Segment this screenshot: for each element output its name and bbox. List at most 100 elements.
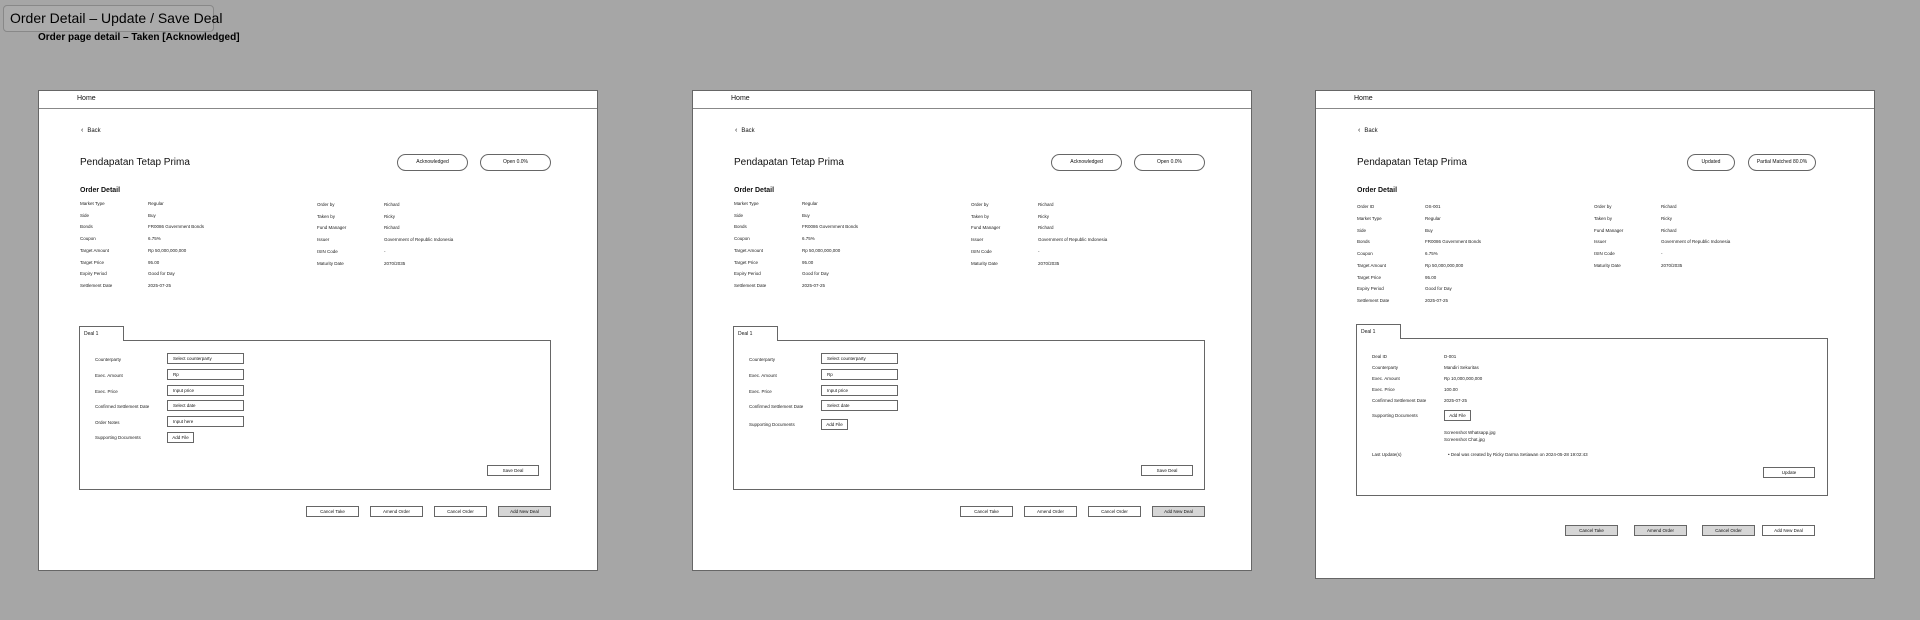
add-file-button[interactable]: Add File: [821, 419, 848, 430]
detail-value: 6.75%: [148, 236, 161, 241]
detail-label: Bonds: [1357, 239, 1370, 244]
add-file-button[interactable]: Add File: [1444, 410, 1471, 421]
field-label: Supporting Documents: [95, 435, 141, 440]
field-label: Exec. Price: [95, 389, 118, 394]
field-label: Exec. Amount: [749, 373, 777, 378]
detail-label: Bonds: [734, 224, 747, 229]
top-nav-bar: Home: [1316, 91, 1874, 109]
detail-value: -: [1038, 249, 1040, 254]
field-label: Exec. Amount: [95, 373, 123, 378]
detail-value: 95.00: [1425, 275, 1437, 280]
detail-label: Target Price: [734, 260, 759, 265]
cancel-order-button[interactable]: Cancel Order: [1702, 525, 1755, 536]
add-file-button[interactable]: Add File: [167, 432, 194, 443]
amend-order-button[interactable]: Amend Order: [1024, 506, 1077, 517]
tab-deal-1[interactable]: Deal 1: [733, 326, 778, 341]
cancel-take-button[interactable]: Cancel Take: [1565, 525, 1618, 536]
cancel-order-button[interactable]: Cancel Order: [1088, 506, 1141, 517]
back-link[interactable]: ‹ Back: [1358, 127, 1378, 134]
settlement-date-picker[interactable]: Select date: [821, 400, 898, 411]
status-badge: Acknowledged: [397, 154, 468, 171]
order-notes-input[interactable]: Input here: [167, 416, 244, 427]
detail-label: Market Type: [80, 201, 105, 206]
detail-label: Taken by: [971, 214, 990, 219]
open-percentage-badge: Open 0.0%: [480, 154, 551, 171]
detail-value: -: [384, 249, 386, 254]
order-detail-title: Order Detail: [734, 187, 775, 194]
settlement-date-value: 2025-07-25: [1444, 398, 1468, 403]
field-label: Counterparty: [1372, 365, 1399, 370]
attached-file[interactable]: Screenshot Whatsapp.jpg: [1444, 430, 1496, 435]
back-label: Back: [741, 128, 755, 134]
counterparty-select[interactable]: Select counterparty: [167, 353, 244, 364]
detail-value: Regular: [1425, 216, 1441, 221]
field-label: Exec. Price: [1372, 387, 1395, 392]
page-title: Order Detail – Update / Save Deal: [3, 5, 222, 32]
exec-price-input[interactable]: Input price: [821, 385, 898, 396]
detail-value: FR0086 Government Bonds: [802, 224, 859, 229]
chevron-left-icon: ‹: [735, 127, 738, 134]
tab-deal-1[interactable]: Deal 1: [1356, 324, 1401, 339]
detail-value: 2025-07-25: [802, 283, 826, 288]
detail-label: Side: [734, 213, 744, 218]
counterparty-value: Mandiri Sekuritas: [1444, 365, 1479, 370]
update-button[interactable]: Update: [1763, 467, 1815, 478]
detail-value: Richard: [384, 225, 400, 230]
exec-price-input[interactable]: Input price: [167, 385, 244, 396]
status-badge: Acknowledged: [1051, 154, 1122, 171]
detail-label: Market Type: [734, 201, 759, 206]
amend-order-button[interactable]: Amend Order: [370, 506, 423, 517]
detail-value: Regular: [148, 201, 164, 206]
cancel-order-button[interactable]: Cancel Order: [434, 506, 487, 517]
field-label: Confirmed Settlement Date: [1372, 398, 1427, 403]
add-new-deal-button[interactable]: Add New Deal: [1152, 506, 1205, 517]
settlement-date-picker[interactable]: Select date: [167, 400, 244, 411]
detail-value: Richard: [1038, 225, 1054, 230]
tab-deal-1[interactable]: Deal 1: [79, 326, 124, 341]
field-label: Exec. Amount: [1372, 376, 1400, 381]
nav-home-link[interactable]: Home: [77, 95, 96, 102]
back-link[interactable]: ‹ Back: [735, 127, 755, 134]
detail-value: Good for Day: [148, 271, 175, 276]
detail-value: 95.00: [148, 260, 160, 265]
detail-label: Maturity Date: [1594, 263, 1621, 268]
save-deal-button[interactable]: Save Deal: [487, 465, 539, 476]
exec-amount-input[interactable]: Rp: [821, 369, 898, 380]
counterparty-select[interactable]: Select counterparty: [821, 353, 898, 364]
nav-home-link[interactable]: Home: [731, 95, 750, 102]
deal-id-value: D-001: [1444, 354, 1457, 359]
cancel-take-button[interactable]: Cancel Take: [306, 506, 359, 517]
detail-value: Government of Republic Indonesia: [1038, 237, 1108, 242]
detail-value: 2070/2035: [1661, 263, 1683, 268]
amend-order-button[interactable]: Amend Order: [1634, 525, 1687, 536]
add-new-deal-button[interactable]: Add New Deal: [1762, 525, 1815, 536]
detail-value: OS-001: [1425, 204, 1441, 209]
last-update-entry: • Deal was created by Ricky Darma Setiaw…: [1448, 452, 1588, 457]
detail-value: Buy: [802, 213, 810, 218]
detail-label: Settlement Date: [1357, 298, 1390, 303]
field-label: Order Notes: [95, 420, 120, 425]
nav-home-link[interactable]: Home: [1354, 95, 1373, 102]
attached-file[interactable]: Screenshot Chat.jpg: [1444, 437, 1485, 442]
detail-value: Ricky: [1038, 214, 1049, 219]
detail-value: Ricky: [384, 214, 395, 219]
screen-3-frame: Home ‹ Back Pendapatan Tetap Prima Update…: [1315, 90, 1875, 579]
detail-label: Coupon: [80, 236, 96, 241]
detail-label: Target Amount: [80, 248, 110, 253]
partial-matched-badge: Partial Matched 80.0%: [1748, 154, 1816, 171]
back-link[interactable]: ‹ Back: [81, 127, 101, 134]
detail-value: Government of Republic Indonesia: [384, 237, 454, 242]
cancel-take-button[interactable]: Cancel Take: [960, 506, 1013, 517]
field-label: Counterparty: [95, 357, 122, 362]
order-detail-title: Order Detail: [80, 187, 121, 194]
detail-label: Target Amount: [1357, 263, 1387, 268]
add-new-deal-button[interactable]: Add New Deal: [498, 506, 551, 517]
exec-amount-input[interactable]: Rp: [167, 369, 244, 380]
field-label: Exec. Price: [749, 389, 772, 394]
detail-label: Issuer: [317, 237, 330, 242]
exec-price-value: 100.00: [1444, 387, 1458, 392]
page-subtitle: Order page detail – Taken [Acknowledged]: [38, 32, 240, 43]
detail-label: Order by: [1594, 204, 1612, 209]
detail-value: -: [1661, 251, 1663, 256]
save-deal-button[interactable]: Save Deal: [1141, 465, 1193, 476]
